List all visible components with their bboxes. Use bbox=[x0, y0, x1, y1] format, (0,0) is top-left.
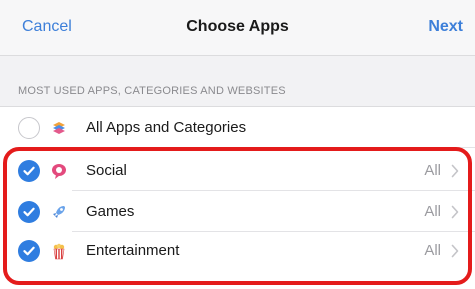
unchecked-circle-icon[interactable] bbox=[18, 117, 40, 139]
checkmark-circle-icon[interactable] bbox=[18, 160, 40, 182]
checkmark-circle-icon[interactable] bbox=[18, 240, 40, 262]
list-item-all-apps[interactable]: All Apps and Categories bbox=[0, 108, 475, 148]
chevron-right-icon bbox=[451, 205, 459, 219]
row-label: Entertainment bbox=[86, 242, 180, 259]
popcorn-icon bbox=[48, 240, 70, 262]
row-value: All bbox=[424, 162, 441, 179]
chat-bubble-icon bbox=[48, 160, 70, 182]
row-label: All Apps and Categories bbox=[86, 119, 247, 136]
divider bbox=[72, 147, 475, 148]
list-item-social[interactable]: Social All bbox=[0, 151, 475, 191]
chevron-right-icon bbox=[451, 244, 459, 258]
rocket-icon bbox=[48, 201, 70, 223]
row-value: All bbox=[424, 203, 441, 220]
row-label: Social bbox=[86, 162, 127, 179]
list-item-entertainment[interactable]: Entertainment All bbox=[0, 231, 475, 271]
row-value: All bbox=[424, 242, 441, 259]
checkmark-circle-icon[interactable] bbox=[18, 201, 40, 223]
divider bbox=[72, 190, 475, 191]
page-title: Choose Apps bbox=[186, 18, 289, 35]
navigation-bar: Cancel Choose Apps Next bbox=[0, 0, 475, 56]
stack-icon bbox=[48, 117, 70, 139]
next-button[interactable]: Next bbox=[428, 18, 463, 36]
row-label: Games bbox=[86, 203, 135, 220]
app-category-list: All Apps and Categories Social All Games… bbox=[0, 106, 475, 289]
chevron-right-icon bbox=[451, 164, 459, 178]
list-item-games[interactable]: Games All bbox=[0, 192, 475, 232]
section-header: MOST USED APPS, CATEGORIES AND WEBSITES bbox=[18, 85, 286, 97]
